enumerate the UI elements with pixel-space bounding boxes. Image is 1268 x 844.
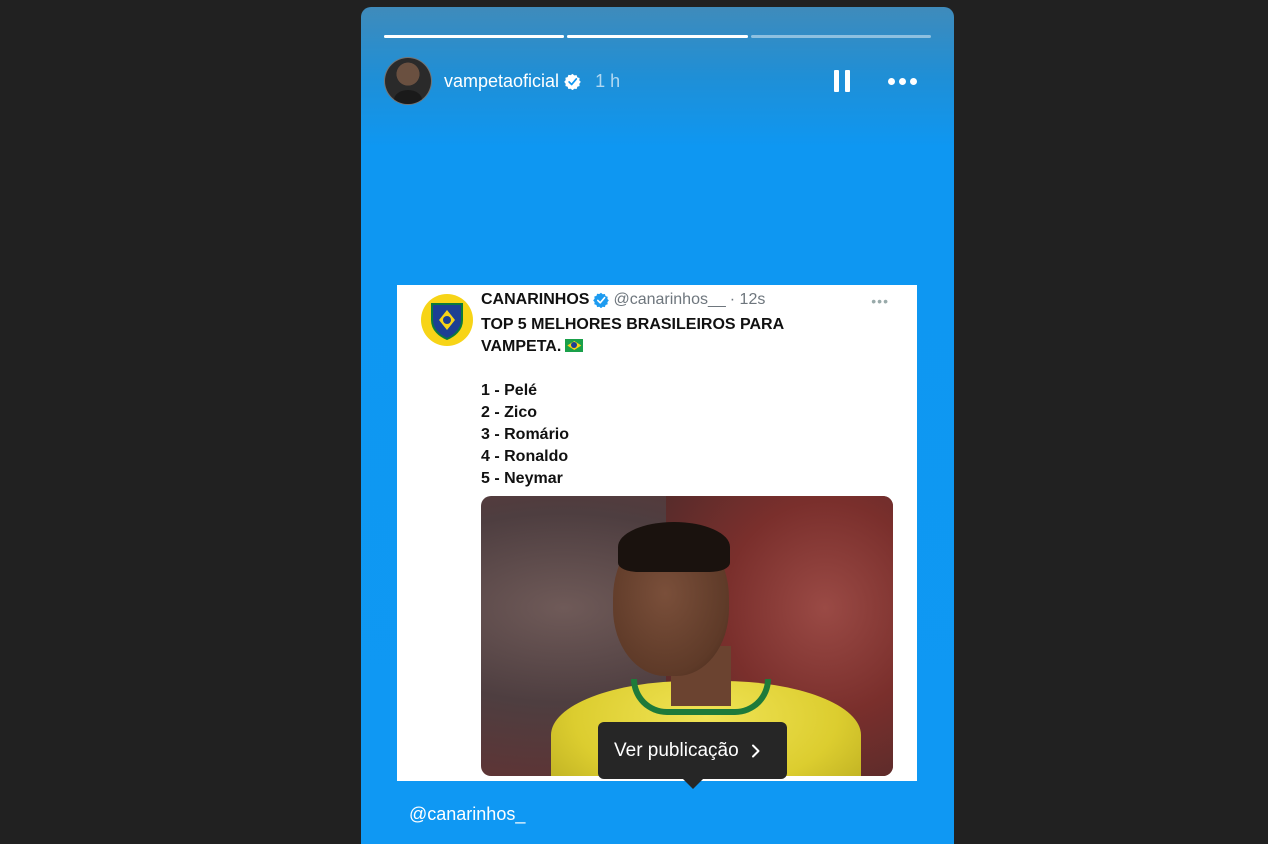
story-viewer: vampetaoficial 1 h CANARINHOS @canarinho… <box>361 7 954 844</box>
view-post-button[interactable]: Ver publicação <box>598 722 787 789</box>
tweet-text-line: 4 - Ronaldo <box>481 448 569 465</box>
chevron-right-icon <box>751 744 760 757</box>
story-progress-bar <box>384 35 931 38</box>
verified-badge-icon <box>564 73 581 90</box>
brazil-flag-icon <box>565 339 584 352</box>
username-link[interactable]: vampetaoficial <box>444 71 559 92</box>
tweet-text-line: 1 - Pelé <box>481 382 538 399</box>
tweet-author-name: CANARINHOS <box>481 291 590 308</box>
pause-icon[interactable] <box>834 70 850 92</box>
tweet-text-line: VAMPETA. <box>481 336 901 358</box>
tweet-text-line: 5 - Neymar <box>481 470 563 487</box>
view-post-label: Ver publicação <box>614 739 739 761</box>
tweet-more-icon: ••• <box>871 293 889 309</box>
tweet-text-line: TOP 5 MELHORES BRASILEIROS PARA <box>481 316 785 333</box>
post-time: 1 h <box>595 70 621 91</box>
progress-segment-fill <box>384 35 565 38</box>
progress-segment <box>750 35 931 38</box>
tweet-handle: @canarinhos__ <box>613 291 726 308</box>
tweet-screenshot: CANARINHOS @canarinhos__ · 12s ••• TOP 5… <box>397 285 917 789</box>
story-header: vampetaoficial 1 h <box>384 57 931 105</box>
tweet-text: TOP 5 MELHORES BRASILEIROS PARA VAMPETA.… <box>481 314 901 490</box>
tweet-text-line-content: VAMPETA. <box>481 338 562 355</box>
progress-segment <box>567 35 748 38</box>
progress-segment <box>384 35 565 38</box>
mention-sticker[interactable]: @canarinhos_ <box>409 804 525 825</box>
avatar[interactable] <box>384 57 432 105</box>
progress-segment-fill <box>567 35 748 38</box>
tweet-header: CANARINHOS @canarinhos__ · 12s <box>481 291 765 309</box>
tweet-text-line <box>481 358 901 380</box>
tweet-text-line: 2 - Zico <box>481 404 538 421</box>
more-icon[interactable] <box>888 77 917 85</box>
verified-badge-icon <box>593 292 610 308</box>
tweet-time: · 12s <box>729 291 766 308</box>
cbf-crest-icon <box>431 303 463 340</box>
tweet-text-line: 3 - Romário <box>481 426 570 443</box>
cbf-crest-avatar <box>421 294 473 346</box>
